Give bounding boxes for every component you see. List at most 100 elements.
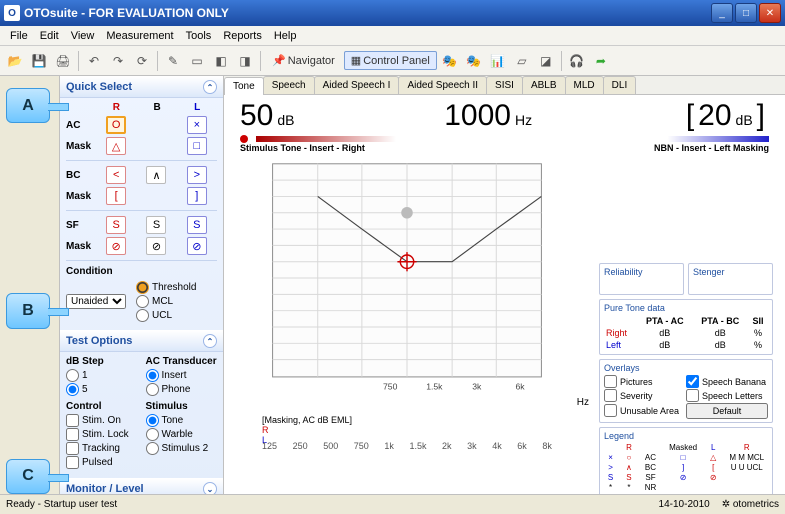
tool-icon[interactable]: ✎ bbox=[162, 50, 184, 72]
print-icon[interactable]: 🖨 bbox=[52, 50, 74, 72]
minimize-button[interactable]: _ bbox=[711, 3, 733, 23]
status-date: 14-10-2010 bbox=[659, 499, 710, 510]
speech-banana-check[interactable] bbox=[686, 375, 699, 388]
side-panel: Quick Select⌃ R B L AC O × Mask △ □ bbox=[60, 76, 224, 494]
transducer-label: AC Transducer bbox=[146, 356, 218, 367]
menu-file[interactable]: File bbox=[4, 28, 34, 44]
tone-radio[interactable] bbox=[146, 414, 159, 427]
bc-b-symbol[interactable]: ∧ bbox=[146, 166, 166, 184]
save-icon[interactable]: 💾 bbox=[28, 50, 50, 72]
sf-r-symbol[interactable]: S bbox=[106, 216, 126, 234]
ucl-radio[interactable] bbox=[136, 309, 149, 322]
tab-sisi[interactable]: SISI bbox=[486, 76, 523, 94]
severity-check[interactable] bbox=[604, 389, 617, 402]
menu-tools[interactable]: Tools bbox=[180, 28, 218, 44]
brand-label: ✲ otometrics bbox=[722, 499, 779, 510]
ac-r-symbol[interactable]: O bbox=[106, 116, 126, 134]
tool2-icon[interactable]: ▭ bbox=[186, 50, 208, 72]
phone-radio[interactable] bbox=[146, 383, 159, 396]
unusable-check[interactable] bbox=[604, 404, 617, 417]
tab-aided1[interactable]: Aided Speech I bbox=[314, 76, 400, 94]
separator bbox=[66, 210, 217, 211]
tab-speech[interactable]: Speech bbox=[263, 76, 315, 94]
svg-text:750: 750 bbox=[383, 381, 398, 391]
audiogram-chart[interactable]: -10 0 10 20 30 40 50 60 70 80 90 100 110… bbox=[232, 159, 595, 500]
mask-icon[interactable]: 🎭 bbox=[439, 50, 461, 72]
condition-select[interactable]: Unaided bbox=[66, 294, 126, 309]
tool5-icon[interactable]: ▱ bbox=[511, 50, 533, 72]
separator bbox=[561, 51, 562, 71]
step-5-radio[interactable] bbox=[66, 383, 79, 396]
refresh-icon[interactable]: ⟳ bbox=[131, 50, 153, 72]
close-button[interactable]: ✕ bbox=[759, 3, 781, 23]
red-dot-icon bbox=[240, 135, 248, 143]
control-panel-button[interactable]: ▦ Control Panel bbox=[344, 51, 437, 70]
collapse-icon[interactable]: ⌃ bbox=[203, 80, 217, 94]
open-icon[interactable]: 📂 bbox=[4, 50, 26, 72]
tool4-icon[interactable]: ◨ bbox=[234, 50, 256, 72]
mask2-l-symbol[interactable]: ] bbox=[187, 187, 207, 205]
menu-reports[interactable]: Reports bbox=[217, 28, 268, 44]
bc-r-symbol[interactable]: < bbox=[106, 166, 126, 184]
menubar: File Edit View Measurement Tools Reports… bbox=[0, 26, 785, 46]
window-title: OTOsuite - FOR EVALUATION ONLY bbox=[24, 6, 711, 20]
stim-on-check[interactable] bbox=[66, 414, 79, 427]
mcl-radio[interactable] bbox=[136, 295, 149, 308]
chart-icon[interactable]: 📊 bbox=[487, 50, 509, 72]
tab-tone[interactable]: Tone bbox=[224, 77, 264, 95]
control-label: Control bbox=[66, 401, 138, 412]
stim-lock-check[interactable] bbox=[66, 428, 79, 441]
tool6-icon[interactable]: ◪ bbox=[535, 50, 557, 72]
db-value: 50 bbox=[240, 99, 273, 133]
right-column: Reliability Stenger Pure Tone data PTA -… bbox=[595, 159, 777, 500]
menu-measurement[interactable]: Measurement bbox=[100, 28, 179, 44]
test-options-title: Test Options bbox=[66, 335, 132, 347]
mask3-r-symbol[interactable]: ⊘ bbox=[106, 237, 126, 255]
ac-l-symbol[interactable]: × bbox=[187, 116, 207, 134]
mask3-l-symbol[interactable]: ⊘ bbox=[187, 237, 207, 255]
menu-edit[interactable]: Edit bbox=[34, 28, 65, 44]
mask2-icon[interactable]: 🎭 bbox=[463, 50, 485, 72]
maximize-button[interactable]: □ bbox=[735, 3, 757, 23]
tab-aided2[interactable]: Aided Speech II bbox=[398, 76, 487, 94]
default-button[interactable]: Default bbox=[686, 403, 768, 419]
tab-mld[interactable]: MLD bbox=[565, 76, 604, 94]
pulsed-check[interactable] bbox=[66, 456, 79, 469]
speech-letters-check[interactable] bbox=[686, 389, 699, 402]
expand-icon[interactable]: ⌄ bbox=[203, 482, 217, 494]
row-bc: BC bbox=[66, 170, 96, 181]
menu-view[interactable]: View bbox=[65, 28, 101, 44]
monitor-title: Monitor / Level bbox=[66, 483, 144, 494]
tab-ablb[interactable]: ABLB bbox=[522, 76, 566, 94]
export-icon[interactable]: ➦ bbox=[590, 50, 612, 72]
hz-value: 1000 bbox=[444, 99, 511, 133]
stenger-box: Stenger bbox=[688, 263, 773, 295]
mask2-r-symbol[interactable]: [ bbox=[106, 187, 126, 205]
undo-icon[interactable]: ↶ bbox=[83, 50, 105, 72]
tracking-check[interactable] bbox=[66, 442, 79, 455]
bc-l-symbol[interactable]: > bbox=[187, 166, 207, 184]
tool3-icon[interactable]: ◧ bbox=[210, 50, 232, 72]
mask-value: 20 bbox=[698, 99, 731, 133]
headset-icon[interactable]: 🎧 bbox=[566, 50, 588, 72]
sf-l-symbol[interactable]: S bbox=[187, 216, 207, 234]
threshold-radio[interactable] bbox=[136, 281, 149, 294]
mask-r-symbol[interactable]: △ bbox=[106, 137, 126, 155]
mask3-b-symbol[interactable]: ⊘ bbox=[146, 237, 166, 255]
svg-text:3k: 3k bbox=[472, 381, 482, 391]
right-col-spacer bbox=[599, 163, 773, 263]
pictures-check[interactable] bbox=[604, 375, 617, 388]
redo-icon[interactable]: ↷ bbox=[107, 50, 129, 72]
warble-radio[interactable] bbox=[146, 428, 159, 441]
stim2-radio[interactable] bbox=[146, 442, 159, 455]
step-1-radio[interactable] bbox=[66, 369, 79, 382]
mask-l-symbol[interactable]: □ bbox=[187, 137, 207, 155]
tab-dli[interactable]: DLI bbox=[603, 76, 637, 94]
collapse-icon[interactable]: ⌃ bbox=[203, 334, 217, 348]
insert-radio[interactable] bbox=[146, 369, 159, 382]
db-step-label: dB Step bbox=[66, 356, 138, 367]
masking-r: R bbox=[262, 425, 269, 435]
navigator-button[interactable]: 📌 Navigator bbox=[265, 51, 342, 70]
sf-b-symbol[interactable]: S bbox=[146, 216, 166, 234]
menu-help[interactable]: Help bbox=[268, 28, 303, 44]
